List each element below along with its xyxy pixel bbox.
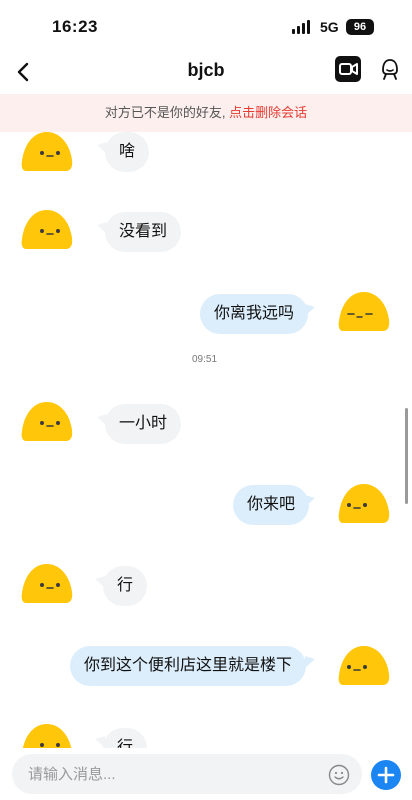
- my-avatar[interactable]: [337, 642, 391, 688]
- emoji-icon[interactable]: [328, 764, 350, 786]
- contact-avatar[interactable]: [20, 560, 74, 606]
- message-timestamp: 09:51: [192, 354, 218, 365]
- input-bar: [0, 748, 412, 800]
- back-button[interactable]: [10, 58, 38, 86]
- message-bubble-outgoing[interactable]: 你来吧: [233, 485, 310, 525]
- message-bubble-incoming[interactable]: 一小时: [105, 404, 182, 444]
- nav-bar: bjcb: [0, 52, 412, 92]
- contact-avatar[interactable]: [20, 206, 74, 252]
- status-time: 16:23: [52, 17, 98, 36]
- contact-avatar[interactable]: [20, 398, 74, 444]
- not-friend-banner: 对方已不是你的好友, 点击删除会话: [0, 94, 412, 132]
- message-bubble-outgoing[interactable]: 你到这个便利店这里就是楼下: [70, 646, 307, 686]
- signal-icon: [292, 20, 314, 34]
- bubble-tail: [305, 304, 315, 316]
- message-input[interactable]: [12, 754, 362, 794]
- add-button[interactable]: [371, 760, 401, 790]
- delete-conversation-link[interactable]: 点击删除会话: [229, 105, 307, 120]
- bubble-tail: [305, 656, 315, 668]
- bubble-tail: [305, 495, 315, 507]
- plus-icon: [377, 766, 395, 784]
- profile-button[interactable]: [377, 56, 403, 82]
- message-bubble-outgoing[interactable]: 你离我远吗: [200, 294, 309, 334]
- chat-scrollbar[interactable]: [405, 408, 408, 504]
- video-call-button[interactable]: [335, 56, 361, 82]
- video-call-icon: [339, 63, 358, 75]
- chevron-left-icon: [17, 62, 29, 82]
- banner-text: 对方已不是你的好友,: [104, 105, 230, 120]
- battery-icon: 96: [346, 19, 374, 35]
- chat-area[interactable]: 啥 没看到 你离我远吗 09:51 一小时 你来吧 行 你到这个便利店这里就是楼…: [0, 132, 412, 748]
- network-type: 5G: [320, 19, 339, 35]
- message-bubble-incoming[interactable]: 行: [103, 566, 148, 606]
- message-bubble-incoming[interactable]: 没看到: [105, 212, 182, 252]
- message-bubble-incoming[interactable]: 啥: [105, 132, 150, 172]
- contact-avatar[interactable]: [20, 132, 74, 174]
- my-avatar[interactable]: [337, 480, 391, 526]
- message-bubble-incoming[interactable]: 行: [103, 728, 148, 748]
- my-avatar[interactable]: [337, 288, 391, 334]
- contact-avatar[interactable]: [20, 720, 74, 748]
- profile-icon: [382, 59, 398, 80]
- status-bar: 16:23 5G 96: [0, 0, 412, 52]
